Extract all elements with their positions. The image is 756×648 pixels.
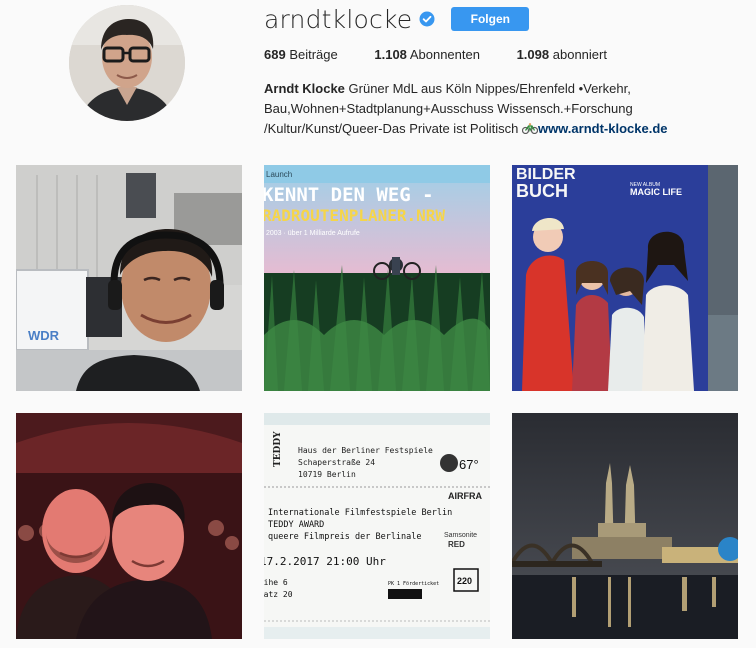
post-tile[interactable]: WDR <box>16 165 242 391</box>
post-tile[interactable]: TEDDY Haus der Berliner Festspiele Schap… <box>264 413 490 639</box>
profile-avatar[interactable] <box>69 5 185 121</box>
bio-line-1: Grüner MdL aus Köln Nippes/Ehrenfeld •Ve… <box>348 81 631 96</box>
ticket-event-3: queere Filmpreis der Berlinale <box>268 532 422 542</box>
ticket-seat: Platz 20 <box>264 590 293 599</box>
poster-subline: 2003 · über 1 Milliarde Aufrufe <box>266 230 360 237</box>
followers-label: Abonnenten <box>409 47 480 62</box>
website-link[interactable]: www.arndt-klocke.de <box>538 121 668 136</box>
ticket-venue-1: Haus der Berliner Festspiele <box>298 446 433 455</box>
ticket-category: PK 1 Förderticket <box>388 581 439 587</box>
post-image-ticket: TEDDY Haus der Berliner Festspiele Schap… <box>264 413 490 639</box>
post-tile[interactable]: Launch KENNT DEN WEG - RADROUTENPLANER.N… <box>264 165 490 391</box>
ticket-venue-3: 10719 Berlin <box>298 470 356 479</box>
ticket-event-1: Internationale Filmfestspiele Berlin <box>268 508 452 518</box>
username: arndtklocke <box>264 4 413 34</box>
posts-count: 689 <box>264 47 286 62</box>
bio-line-2: Bau,Wohnen+Stadtplanung+Ausschuss Wissen… <box>264 101 633 116</box>
follow-button[interactable]: Folgen <box>451 7 530 31</box>
bicycle-emoji-icon <box>521 123 538 134</box>
ticket-datetime: 17.2.2017 21:00 Uhr <box>264 555 386 568</box>
post-tile[interactable]: BILDER BUCH NEW ALBUM MAGIC LIFE <box>512 165 738 391</box>
name-row: arndtklocke Folgen <box>264 4 530 34</box>
profile-bio: Arndt Klocke Grüner MdL aus Köln Nippes/… <box>264 79 744 139</box>
poster-headline-2: RADROUTENPLANER.NRW <box>264 206 445 225</box>
followers-count: 1.108 <box>374 47 407 62</box>
posts-label: Beiträge <box>289 47 338 62</box>
poster-tag-big: MAGIC LIFE <box>630 187 682 197</box>
ticket-price-box: 220 <box>457 576 472 586</box>
post-image-bilderbuch: BILDER BUCH NEW ALBUM MAGIC LIFE <box>512 165 738 391</box>
verified-badge-icon <box>419 11 435 27</box>
poster-top-text: Launch <box>266 170 292 179</box>
bio-line-3: /Kultur/Kunst/Queer-Das Private ist Poli… <box>264 121 519 136</box>
following-label: abonniert <box>552 47 607 62</box>
full-name: Arndt Klocke <box>264 81 345 96</box>
following-count: 1.098 <box>516 47 550 62</box>
post-tile[interactable] <box>512 413 738 639</box>
ticket-sponsor-2: RED <box>448 540 465 549</box>
post-image-concert <box>16 413 242 639</box>
poster-headline-1: KENNT DEN WEG - <box>264 184 434 206</box>
post-tile[interactable] <box>16 413 242 639</box>
ticket-event-2: TEDDY AWARD <box>268 520 324 530</box>
following-stat[interactable]: 1.098 abonniert <box>517 47 607 62</box>
posts-stat: 689 Beiträge <box>264 47 338 62</box>
post-image-cathedral <box>512 413 738 639</box>
profile-stats: 689 Beiträge 1.108 Abonnenten 1.098 abon… <box>264 47 640 62</box>
ticket-sponsor-1: Samsonite <box>444 532 477 539</box>
followers-stat[interactable]: 1.108 Abonnenten <box>374 47 480 62</box>
ticket-corner-logo: TEDDY <box>273 431 283 467</box>
post-image-radroutenplaner: Launch KENNT DEN WEG - RADROUTENPLANER.N… <box>264 165 490 391</box>
monitor-logo: WDR <box>28 328 60 343</box>
poster-title-2: BUCH <box>516 181 568 201</box>
ticket-venue-2: Schaperstraße 24 <box>298 458 375 467</box>
ticket-airline: AIRFRA <box>448 491 482 501</box>
post-image-studio: WDR <box>16 165 242 391</box>
ticket-row: Reihe 6 <box>264 578 288 587</box>
ticket-edition: 67° <box>459 457 479 472</box>
